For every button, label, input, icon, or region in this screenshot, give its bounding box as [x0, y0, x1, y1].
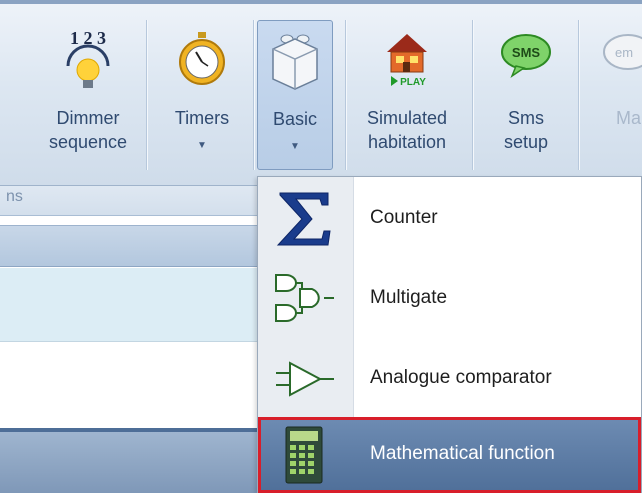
house-play-icon: PLAY [387, 34, 427, 88]
pane-header [0, 225, 258, 267]
menu-item-label: Counter [370, 207, 438, 228]
logic-gates-icon [275, 274, 334, 322]
basic-button[interactable]: Basic ▼ [257, 20, 333, 170]
basic-label: Basic [272, 109, 317, 129]
basic-dropdown-arrow-icon: ▼ [290, 141, 300, 152]
svg-text:PLAY: PLAY [400, 77, 426, 88]
lego-brick-icon [272, 34, 318, 90]
svg-text:SMS: SMS [512, 45, 541, 60]
simulated-habitation-button[interactable]: PLAY Simulated habitation [352, 20, 462, 170]
ribbon-separator [146, 20, 147, 170]
timers-button[interactable]: Timers ▼ [152, 20, 252, 170]
ribbon-separator [345, 20, 346, 170]
ribbon-group-label: ns [6, 188, 23, 205]
stopwatch-icon [179, 32, 225, 85]
dimmer-sequence-label-2: sequence [48, 132, 128, 152]
mail-setup-button[interactable]: em Ma [590, 20, 642, 170]
basic-dropdown-menu: Counter Multigate Analogue comparator Ma… [257, 176, 642, 493]
email-bubble-icon: em [603, 34, 642, 70]
menu-item-label: Mathematical function [370, 443, 555, 464]
list-row-highlighted[interactable] [0, 268, 258, 342]
ribbon-separator [472, 20, 473, 170]
menu-item-mathematical-function[interactable]: Mathematical function [258, 417, 641, 493]
dimmer-sequence-button[interactable]: 1 2 3 Dimmer sequence [40, 20, 136, 170]
pane-footer [0, 432, 258, 493]
simulated-habitation-label-1: Simulated [366, 108, 448, 128]
menu-item-label: Analogue comparator [370, 367, 552, 388]
calculator-icon [285, 426, 323, 484]
menu-item-multigate[interactable]: Multigate [258, 261, 641, 337]
menu-item-counter[interactable]: Counter [258, 181, 641, 257]
sms-setup-label-2: setup [503, 132, 549, 152]
svg-text:em: em [615, 45, 633, 60]
sms-setup-button[interactable]: SMS Sms setup [486, 20, 566, 170]
sigma-icon [276, 192, 331, 246]
ribbon-separator [253, 20, 254, 170]
menu-item-label: Multigate [370, 287, 448, 308]
list-row[interactable] [0, 343, 258, 428]
ribbon-top-border [0, 0, 642, 4]
simulated-habitation-label-2: habitation [367, 132, 447, 152]
sms-bubble-icon: SMS [501, 34, 551, 78]
sms-setup-label-1: Sms [508, 108, 544, 128]
timers-dropdown-arrow-icon: ▼ [197, 140, 207, 151]
ribbon-group-bar [0, 186, 258, 216]
timers-label: Timers [174, 108, 230, 128]
ribbon: 1 2 3 Dimmer sequence Timers ▼ Basic ▼ P… [0, 0, 642, 186]
dimmer-sequence-label-1: Dimmer [56, 108, 120, 128]
comparator-icon [276, 361, 334, 397]
ribbon-separator [578, 20, 579, 170]
mail-setup-label: Ma [616, 108, 642, 128]
dimmer-bulb-123-icon: 1 2 3 [66, 28, 110, 88]
menu-item-analogue-comparator[interactable]: Analogue comparator [258, 341, 641, 417]
